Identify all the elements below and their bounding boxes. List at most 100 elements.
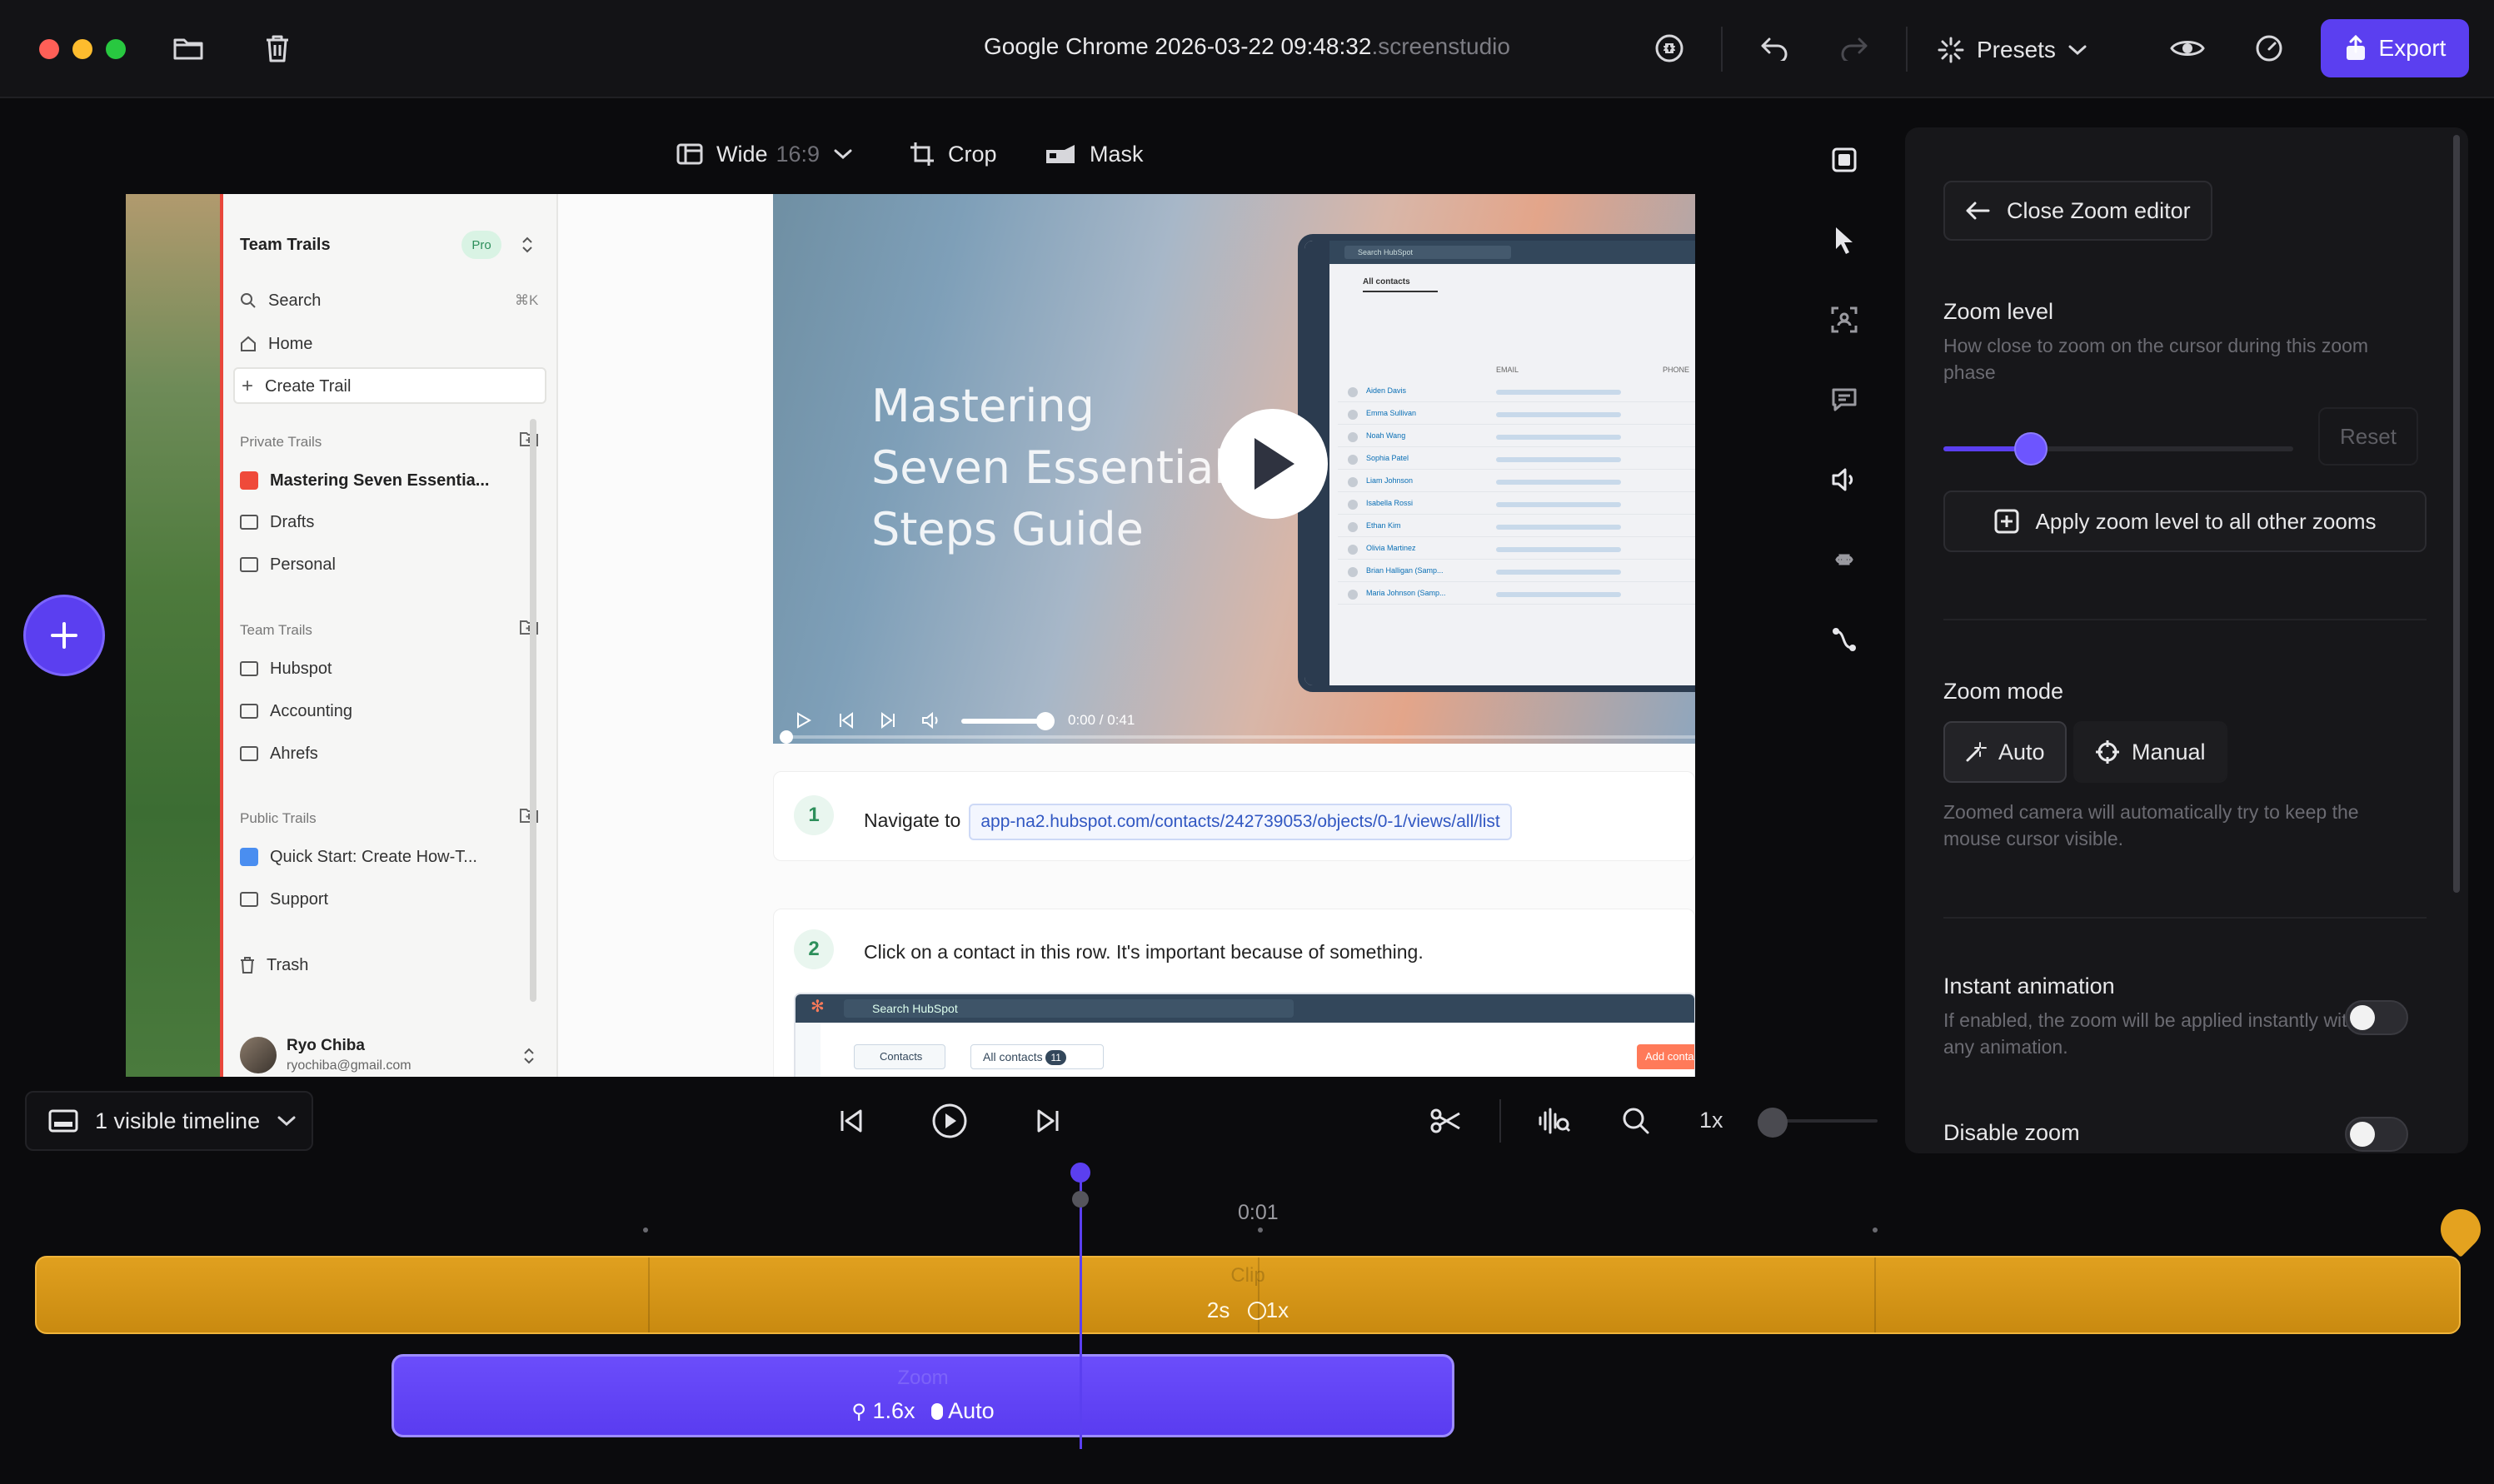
sidebar-item-drafts[interactable]: Drafts: [240, 505, 314, 539]
visible-timeline-dropdown[interactable]: 1 visible timeline: [25, 1091, 313, 1151]
mini-contact-email-bar: [1496, 457, 1621, 462]
keyboard-shortcut-icon[interactable]: [1824, 540, 1864, 580]
preview-eye-icon[interactable]: [2164, 25, 2211, 72]
mini-contact-row: Maria Johnson (Samp...: [1338, 586, 1695, 605]
mask-button[interactable]: Mask: [1045, 135, 1144, 173]
step-url-link[interactable]: app-na2.hubspot.com/contacts/242739053/o…: [969, 804, 1512, 840]
zoom-mode-auto[interactable]: Auto: [1943, 721, 2067, 783]
mask-label: Mask: [1090, 141, 1144, 167]
reset-button[interactable]: Reset: [2318, 407, 2418, 466]
sidebar-search[interactable]: Search: [240, 284, 321, 317]
audio-waveform-button[interactable]: [1531, 1098, 1578, 1144]
sidebar-item-support[interactable]: Support: [240, 883, 328, 916]
trail-red-icon: [240, 471, 258, 490]
panel-scrollbar[interactable]: [2453, 135, 2460, 893]
crop-button[interactable]: Crop: [910, 135, 997, 173]
play-icon: [1254, 438, 1294, 490]
timeline-icon: [48, 1109, 78, 1133]
close-zoom-editor-label: Close Zoom editor: [2007, 197, 2191, 223]
export-button[interactable]: Export: [2321, 19, 2469, 77]
sidebar-item-mastering[interactable]: Mastering Seven Essentia...: [240, 464, 489, 497]
trail-label: Quick Start: Create How-T...: [270, 847, 477, 866]
ruler-time-label: 0:01: [1238, 1201, 1279, 1224]
folder-icon[interactable]: [165, 25, 212, 72]
sidebar-item-ahrefs[interactable]: Ahrefs: [240, 737, 318, 770]
workspace-name[interactable]: Team Trails: [240, 236, 331, 255]
instant-animation-title: Instant animation: [1943, 974, 2115, 998]
skip-to-end-button[interactable]: [1025, 1098, 1071, 1144]
gauge-icon[interactable]: [2246, 25, 2292, 72]
split-clip-button[interactable]: [1423, 1098, 1469, 1144]
skip-back-icon: [840, 1109, 862, 1133]
sidebar-item-home[interactable]: Home: [240, 327, 312, 361]
command-circle-icon[interactable]: [1646, 25, 1693, 72]
minimize-window-button[interactable]: [72, 39, 92, 59]
maximize-window-button[interactable]: [106, 39, 126, 59]
chevron-updown-icon[interactable]: [523, 1047, 535, 1065]
video-progress-bar[interactable]: [781, 735, 1695, 739]
instant-animation-toggle[interactable]: [2345, 1000, 2408, 1035]
cursor-icon[interactable]: [1824, 220, 1864, 260]
video-player[interactable]: Mastering Seven Essential Steps Guide Se…: [773, 194, 1695, 744]
playhead[interactable]: [1080, 1166, 1082, 1449]
step-card-2[interactable]: 2 Click on a contact in this row. It's i…: [773, 909, 1695, 1077]
mini-contact-row: Noah Wang: [1338, 429, 1695, 447]
play-button[interactable]: [1218, 409, 1328, 519]
close-zoom-editor-button[interactable]: Close Zoom editor: [1943, 181, 2212, 241]
chevron-updown-icon[interactable]: [521, 236, 533, 254]
step-shot-tab-count: 11: [1045, 1050, 1066, 1065]
crop-icon: [910, 142, 934, 166]
slider-knob[interactable]: [2014, 432, 2048, 466]
step-card-1[interactable]: 1 Navigate to app-na2.hubspot.com/contact…: [773, 771, 1695, 861]
playback-speed[interactable]: 1x: [1699, 1108, 1723, 1133]
sidebar-item-quickstart[interactable]: Quick Start: Create How-T...: [240, 840, 477, 874]
slider-knob[interactable]: [1758, 1108, 1788, 1138]
volume-knob[interactable]: [1036, 712, 1055, 730]
create-trail-button[interactable]: + Create Trail: [233, 367, 546, 404]
presets-dropdown[interactable]: Presets: [1937, 27, 2087, 73]
disable-zoom-toggle[interactable]: [2345, 1117, 2408, 1152]
sidebar-item-hubspot[interactable]: Hubspot: [240, 652, 332, 685]
sidebar-item-trash[interactable]: Trash: [240, 949, 308, 982]
mini-contact-avatar: [1348, 432, 1358, 442]
sidebar-item-personal[interactable]: Personal: [240, 548, 336, 581]
background-frame-icon[interactable]: [1824, 140, 1864, 180]
timeline-zoom-slider[interactable]: [1758, 1108, 1878, 1138]
aspect-ratio-dropdown[interactable]: Wide 16:9: [676, 135, 853, 173]
plus-square-icon: [1994, 509, 2019, 534]
redo-icon[interactable]: [1831, 25, 1878, 72]
add-button[interactable]: [23, 595, 105, 676]
mask-icon: [1046, 145, 1075, 163]
video-title: Mastering Seven Essential Steps Guide: [871, 376, 1271, 560]
trash-icon[interactable]: [254, 25, 301, 72]
layout-icon: [676, 143, 703, 165]
playhead-handle[interactable]: [1070, 1163, 1090, 1183]
motion-path-icon[interactable]: [1824, 620, 1864, 660]
volume-slider[interactable]: [961, 719, 1048, 724]
skip-to-start-button[interactable]: [828, 1098, 875, 1144]
folder-label: Support: [270, 889, 329, 909]
sidebar-item-accounting[interactable]: Accounting: [240, 695, 352, 728]
zoom-level-slider[interactable]: [1943, 431, 2293, 467]
sidebar-scrollbar[interactable]: [530, 419, 536, 1002]
camera-focus-icon[interactable]: [1824, 300, 1864, 340]
audio-speaker-icon[interactable]: [1824, 460, 1864, 500]
preview-canvas[interactable]: Team Trails Pro Search ⌘K Home + Create …: [126, 194, 1695, 1077]
clip-track[interactable]: Clip 2s 1x: [35, 1256, 2461, 1334]
end-marker-icon[interactable]: [2432, 1201, 2489, 1257]
caption-bubble-icon[interactable]: [1824, 380, 1864, 420]
close-window-button[interactable]: [39, 39, 59, 59]
undo-icon[interactable]: [1751, 25, 1798, 72]
zoom-segment[interactable]: Zoom ⚲ 1.6x Auto: [392, 1354, 1454, 1437]
play-pause-button[interactable]: [926, 1098, 973, 1144]
zoom-mode-manual[interactable]: Manual: [2073, 721, 2227, 783]
mini-contact-name: Olivia Martinez: [1366, 544, 1416, 552]
timeline-zoom-button[interactable]: [1613, 1098, 1659, 1144]
video-progress-knob[interactable]: [780, 730, 793, 744]
folder-icon: [240, 892, 258, 907]
wallpaper-background: [126, 194, 220, 1077]
folder-icon: [240, 746, 258, 761]
apply-zoom-all-button[interactable]: Apply zoom level to all other zooms: [1943, 491, 2427, 552]
mini-contact-email-bar: [1496, 412, 1621, 417]
avatar: [240, 1037, 277, 1073]
